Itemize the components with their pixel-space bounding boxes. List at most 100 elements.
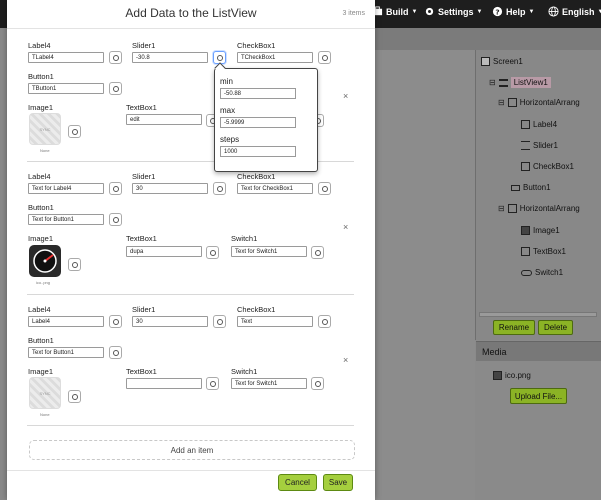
circle-icon (209, 380, 216, 387)
label-settings-button[interactable] (109, 315, 122, 328)
label-icon (521, 120, 530, 129)
textbox-icon (521, 247, 530, 256)
image-placeholder[interactable]: SYNC (29, 113, 61, 145)
menu-build[interactable]: Build ▼ (372, 6, 417, 17)
tree-item-image[interactable]: Image1 (521, 226, 560, 235)
slider-min-input[interactable]: -50.88 (220, 88, 296, 99)
tree-item-slider[interactable]: Slider1 (521, 141, 558, 150)
switch-settings-button[interactable] (311, 377, 324, 390)
collapse-icon[interactable]: ⊟ (498, 98, 505, 107)
circle-icon (71, 261, 78, 268)
tree-item-button[interactable]: Button1 (511, 183, 551, 192)
remove-item-3[interactable]: × (343, 355, 348, 365)
cancel-button[interactable]: Cancel (278, 474, 317, 491)
menu-settings[interactable]: Settings ▼ (424, 6, 482, 17)
tree-item-horizontal-arrangement[interactable]: ⊟ HorizontalArrang (498, 98, 580, 107)
collapse-icon[interactable]: ⊟ (489, 78, 496, 87)
button1-input[interactable]: TButton1 (28, 83, 104, 94)
tree-item-screen[interactable]: Screen1 (481, 57, 523, 66)
components-scrollbar[interactable] (479, 312, 597, 317)
switch1-input[interactable]: Text for Switch1 (231, 378, 307, 389)
item-divider (27, 425, 354, 426)
menu-language[interactable]: English ▼ (548, 6, 601, 17)
label4-input[interactable]: TLabel4 (28, 52, 104, 63)
field-label-image1: Image1 (28, 367, 54, 376)
field-label-slider1: Slider1 (132, 172, 156, 181)
checkbox1-input[interactable]: Text (237, 316, 313, 327)
save-button[interactable]: Save (323, 474, 353, 491)
checkbox-settings-button[interactable] (318, 182, 331, 195)
image-settings-button[interactable] (68, 390, 81, 403)
circle-icon (314, 249, 321, 256)
field-label-checkbox1: CheckBox1 (237, 41, 276, 50)
image-caption: None (40, 148, 50, 153)
remove-item-2[interactable]: × (343, 222, 348, 232)
collapse-icon[interactable]: ⊟ (498, 204, 505, 213)
media-file[interactable]: ico.png (493, 371, 531, 380)
media-header: Media (476, 341, 601, 361)
field-label-textbox1: TextBox1 (126, 234, 157, 243)
remove-item-1[interactable]: × (343, 91, 348, 101)
item-count: 3 items (342, 10, 365, 17)
slider-steps-input[interactable]: 1000 (220, 146, 296, 157)
checkbox1-input[interactable]: Text for CheckBox1 (237, 183, 313, 194)
gauge-icon (33, 249, 57, 273)
tree-item-checkbox[interactable]: CheckBox1 (521, 162, 574, 171)
button-settings-button[interactable] (109, 82, 122, 95)
min-label: min (220, 77, 233, 86)
circle-icon (71, 128, 78, 135)
tree-item-textbox[interactable]: TextBox1 (521, 247, 566, 256)
textbox-settings-button[interactable] (206, 246, 219, 259)
slider-settings-button[interactable] (213, 315, 226, 328)
button1-input[interactable]: Text for Button1 (28, 214, 104, 225)
tree-item-listview[interactable]: ⊟ ListView1 (489, 77, 551, 88)
horizontal-arrangement-icon (507, 204, 517, 213)
designer-toolbar (375, 28, 601, 50)
upload-file-button[interactable]: Upload File... (510, 388, 567, 404)
slider-max-input[interactable]: -5.9999 (220, 117, 296, 128)
field-label-button1: Button1 (28, 203, 54, 212)
color-picker-button[interactable] (109, 51, 122, 64)
slider1-input[interactable]: 30 (132, 316, 208, 327)
textbox1-input[interactable] (126, 378, 202, 389)
button-settings-button[interactable] (109, 346, 122, 359)
tree-item-switch[interactable]: Switch1 (521, 268, 563, 277)
add-item-button[interactable]: Add an item (29, 440, 355, 460)
image-caption: ico..png (36, 280, 51, 285)
button-icon (511, 184, 520, 191)
media-panel (476, 361, 601, 500)
button1-input[interactable]: Text for Button1 (28, 347, 104, 358)
circle-icon (112, 85, 119, 92)
label-settings-button[interactable] (109, 182, 122, 195)
checkbox-settings-button[interactable] (318, 315, 331, 328)
slider1-input[interactable]: -30.8 (132, 52, 208, 63)
slider-settings-button[interactable] (213, 182, 226, 195)
switch-icon (521, 269, 532, 276)
menu-help[interactable]: ? Help ▼ (492, 6, 534, 17)
delete-button[interactable]: Delete (538, 320, 573, 335)
textbox1-input[interactable]: dupa (126, 246, 202, 257)
textbox1-input[interactable]: edit (126, 114, 202, 125)
image-file-icon (493, 371, 502, 380)
steps-label: steps (220, 135, 240, 144)
circle-icon (321, 185, 328, 192)
horizontal-arrangement-icon (507, 98, 517, 107)
textbox-settings-button[interactable] (206, 377, 219, 390)
button-settings-button[interactable] (109, 213, 122, 226)
label4-input[interactable]: Text for Label4 (28, 183, 104, 194)
tree-item-horizontal-arrangement-2[interactable]: ⊟ HorizontalArrang (498, 204, 580, 213)
rename-button[interactable]: Rename (493, 320, 535, 335)
switch1-input[interactable]: Text for Switch1 (231, 246, 307, 257)
switch-settings-button[interactable] (311, 246, 324, 259)
checkbox-settings-button[interactable] (318, 51, 331, 64)
label4-input[interactable]: Label4 (28, 316, 104, 327)
image-settings-button[interactable] (68, 258, 81, 271)
image-placeholder[interactable]: SYNC (29, 377, 61, 409)
tree-item-label[interactable]: Label4 (521, 120, 557, 129)
image-preview[interactable] (29, 245, 61, 277)
circle-icon (71, 393, 78, 400)
title-divider (7, 28, 375, 29)
slider1-input[interactable]: 30 (132, 183, 208, 194)
checkbox1-input[interactable]: TCheckBox1 (237, 52, 313, 63)
image-settings-button[interactable] (68, 125, 81, 138)
